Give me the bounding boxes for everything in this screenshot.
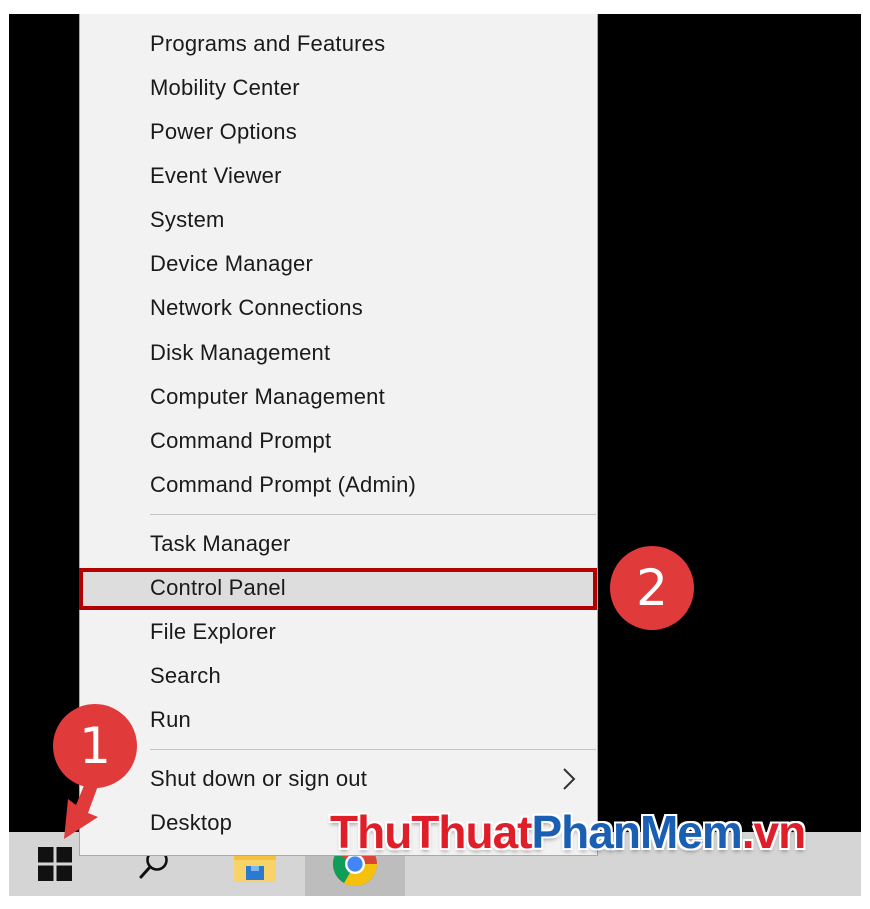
menu-item-label: Power Options xyxy=(150,119,297,144)
chevron-right-icon xyxy=(563,768,576,790)
menu-item-search[interactable]: Search xyxy=(80,656,597,696)
menu-item-label: Event Viewer xyxy=(150,163,282,188)
menu-item-disk-management[interactable]: Disk Management xyxy=(80,333,597,373)
menu-item-computer-management[interactable]: Computer Management xyxy=(80,377,597,417)
menu-item-label: Search xyxy=(150,663,221,688)
windows-start-icon xyxy=(38,847,72,881)
menu-item-label: Device Manager xyxy=(150,251,313,276)
step-2-badge: 2 xyxy=(610,546,694,630)
menu-item-command-prompt[interactable]: Command Prompt xyxy=(80,421,597,461)
menu-item-file-explorer[interactable]: File Explorer xyxy=(80,612,597,652)
menu-item-run[interactable]: Run xyxy=(80,700,597,740)
watermark-part-1: ThuThuat xyxy=(330,806,532,858)
watermark-logo: ThuThuatPhanMem.vn xyxy=(330,805,806,859)
menu-item-label: Desktop xyxy=(150,810,233,835)
watermark-part-3: .vn xyxy=(741,806,806,858)
step-1-arrow xyxy=(64,775,102,839)
menu-item-label: Disk Management xyxy=(150,340,331,365)
menu-item-label: Network Connections xyxy=(150,295,363,320)
menu-item-label: Run xyxy=(150,707,191,732)
watermark-part-2: PhanMem xyxy=(531,806,743,858)
menu-item-network-connections[interactable]: Network Connections xyxy=(80,288,597,328)
menu-item-label: Task Manager xyxy=(150,531,291,556)
menu-item-device-manager[interactable]: Device Manager xyxy=(80,244,597,284)
menu-item-label: Shut down or sign out xyxy=(150,766,368,791)
menu-item-label: File Explorer xyxy=(150,619,277,644)
menu-separator xyxy=(150,514,596,515)
menu-item-label: Mobility Center xyxy=(150,75,300,100)
menu-item-programs-and-features[interactable]: Programs and Features xyxy=(80,24,597,64)
menu-item-task-manager[interactable]: Task Manager xyxy=(80,524,597,564)
menu-item-system[interactable]: System xyxy=(80,200,597,240)
winx-context-menu: Programs and Features Mobility Center Powe… xyxy=(79,14,598,856)
menu-item-label: Programs and Features xyxy=(150,31,386,56)
menu-item-event-viewer[interactable]: Event Viewer xyxy=(80,156,597,196)
menu-item-label: System xyxy=(150,207,225,232)
menu-item-mobility-center[interactable]: Mobility Center xyxy=(80,68,597,108)
menu-item-shut-down-or-sign-out[interactable]: Shut down or sign out xyxy=(80,759,597,799)
menu-item-power-options[interactable]: Power Options xyxy=(80,112,597,152)
menu-item-label: Command Prompt (Admin) xyxy=(150,472,417,497)
menu-item-command-prompt-admin[interactable]: Command Prompt (Admin) xyxy=(80,465,597,505)
menu-item-label: Command Prompt xyxy=(150,428,332,453)
menu-separator xyxy=(150,749,596,750)
menu-item-label: Computer Management xyxy=(150,384,385,409)
control-panel-highlight xyxy=(79,568,597,610)
